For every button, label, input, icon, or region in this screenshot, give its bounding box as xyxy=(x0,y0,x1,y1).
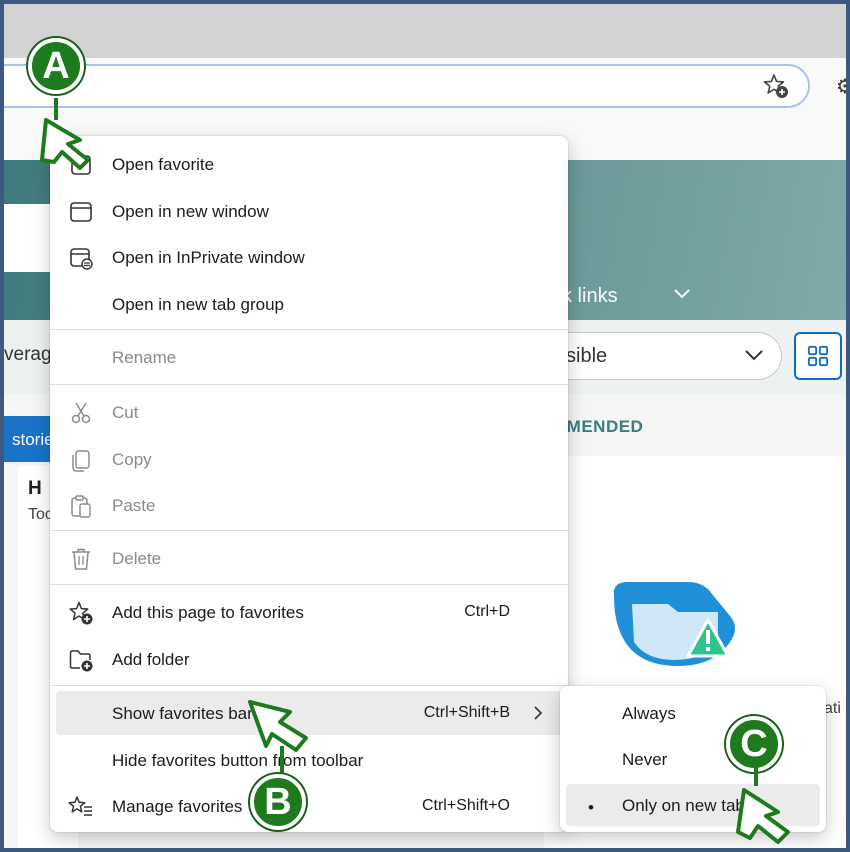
submenu-item-label: Never xyxy=(622,750,668,769)
menu-separator xyxy=(50,584,568,585)
cursor-arrow-icon xyxy=(248,700,308,776)
menu-item-shortcut: Ctrl+Shift+O xyxy=(421,797,510,814)
menu-item-label: Add folder xyxy=(112,650,190,669)
paste-icon xyxy=(71,495,91,518)
star-add-icon[interactable] xyxy=(762,72,790,100)
menu-item-label: Cut xyxy=(112,403,139,422)
annotation-badge-b: B xyxy=(250,774,306,830)
star-add-icon xyxy=(69,601,93,625)
menu-item-open-favorite[interactable]: Open favorite xyxy=(50,142,568,186)
menu-item-label: Open in new window xyxy=(112,202,269,221)
chevron-down-icon xyxy=(745,350,763,361)
app-logo-icon xyxy=(613,582,735,666)
window-icon xyxy=(70,202,92,222)
menu-item-open-inprivate[interactable]: Open in InPrivate window xyxy=(50,235,568,279)
menu-item-label: Manage favorites xyxy=(112,797,243,816)
menu-item-copy[interactable]: Copy xyxy=(50,437,568,481)
copy-icon xyxy=(72,450,90,472)
feed-left-label: verag xyxy=(4,344,52,365)
annotation-badge-a: A xyxy=(28,38,84,94)
menu-item-add-page-favorites[interactable]: Add this page to favorites Ctrl+D xyxy=(50,590,568,634)
submenu-item-always[interactable]: Always xyxy=(566,692,820,734)
menu-item-label: Hide favorites button from toolbar xyxy=(112,751,364,770)
chevron-down-icon[interactable] xyxy=(672,286,692,302)
inprivate-icon xyxy=(70,248,93,270)
menu-item-paste[interactable]: Paste xyxy=(50,483,568,527)
menu-separator xyxy=(50,384,568,385)
scissors-icon xyxy=(71,402,91,424)
menu-separator xyxy=(50,685,568,686)
manage-favorites-icon xyxy=(68,796,92,816)
menu-item-manage-favorites[interactable]: Manage favorites Ctrl+Shift+O xyxy=(50,784,568,828)
menu-item-label: Open in InPrivate window xyxy=(112,248,305,267)
menu-item-label: Copy xyxy=(112,450,152,469)
menu-item-label: Paste xyxy=(112,496,156,515)
menu-item-label: Delete xyxy=(112,549,162,568)
screenshot-frame: ⚙ ck links verag sible storie H Toc MMEN… xyxy=(0,0,850,852)
menu-item-delete[interactable]: Delete xyxy=(50,536,568,580)
menu-item-label: Add this page to favorites xyxy=(112,603,304,622)
menu-separator xyxy=(50,329,568,330)
menu-item-rename[interactable]: Rename xyxy=(50,335,568,379)
grid-layout-icon[interactable] xyxy=(794,332,842,380)
cursor-arrow-icon xyxy=(736,766,790,844)
content-visibility-label: sible xyxy=(566,345,608,367)
annotation-badge-c: C xyxy=(726,716,782,772)
menu-item-shortcut: Ctrl+D xyxy=(464,603,510,620)
menu-item-add-folder[interactable]: Add folder xyxy=(50,637,568,681)
tab-strip xyxy=(4,4,846,58)
menu-separator xyxy=(50,530,568,531)
menu-item-shortcut: Ctrl+Shift+B xyxy=(423,704,510,721)
puzzle-icon[interactable]: ⚙ xyxy=(836,74,846,98)
news-card-heading: H xyxy=(28,478,42,499)
recommended-card-text: ati xyxy=(824,700,841,717)
menu-item-label: Rename xyxy=(112,348,177,367)
menu-item-label: Open in new tab group xyxy=(112,295,285,314)
menu-item-label: Open favorite xyxy=(112,155,215,174)
menu-item-open-tab-group[interactable]: Open in new tab group xyxy=(50,282,568,326)
menu-item-cut[interactable]: Cut xyxy=(50,390,568,434)
selected-bullet-icon: • xyxy=(588,798,594,817)
folder-add-icon xyxy=(69,650,93,672)
menu-item-open-new-window[interactable]: Open in new window xyxy=(50,189,568,233)
submenu-item-label: Always xyxy=(622,704,676,723)
chevron-right-icon xyxy=(534,706,543,720)
menu-item-label: Show favorites bar xyxy=(112,704,253,723)
address-bar[interactable] xyxy=(4,64,810,108)
cursor-arrow-icon xyxy=(40,98,90,170)
trash-icon xyxy=(72,548,90,570)
